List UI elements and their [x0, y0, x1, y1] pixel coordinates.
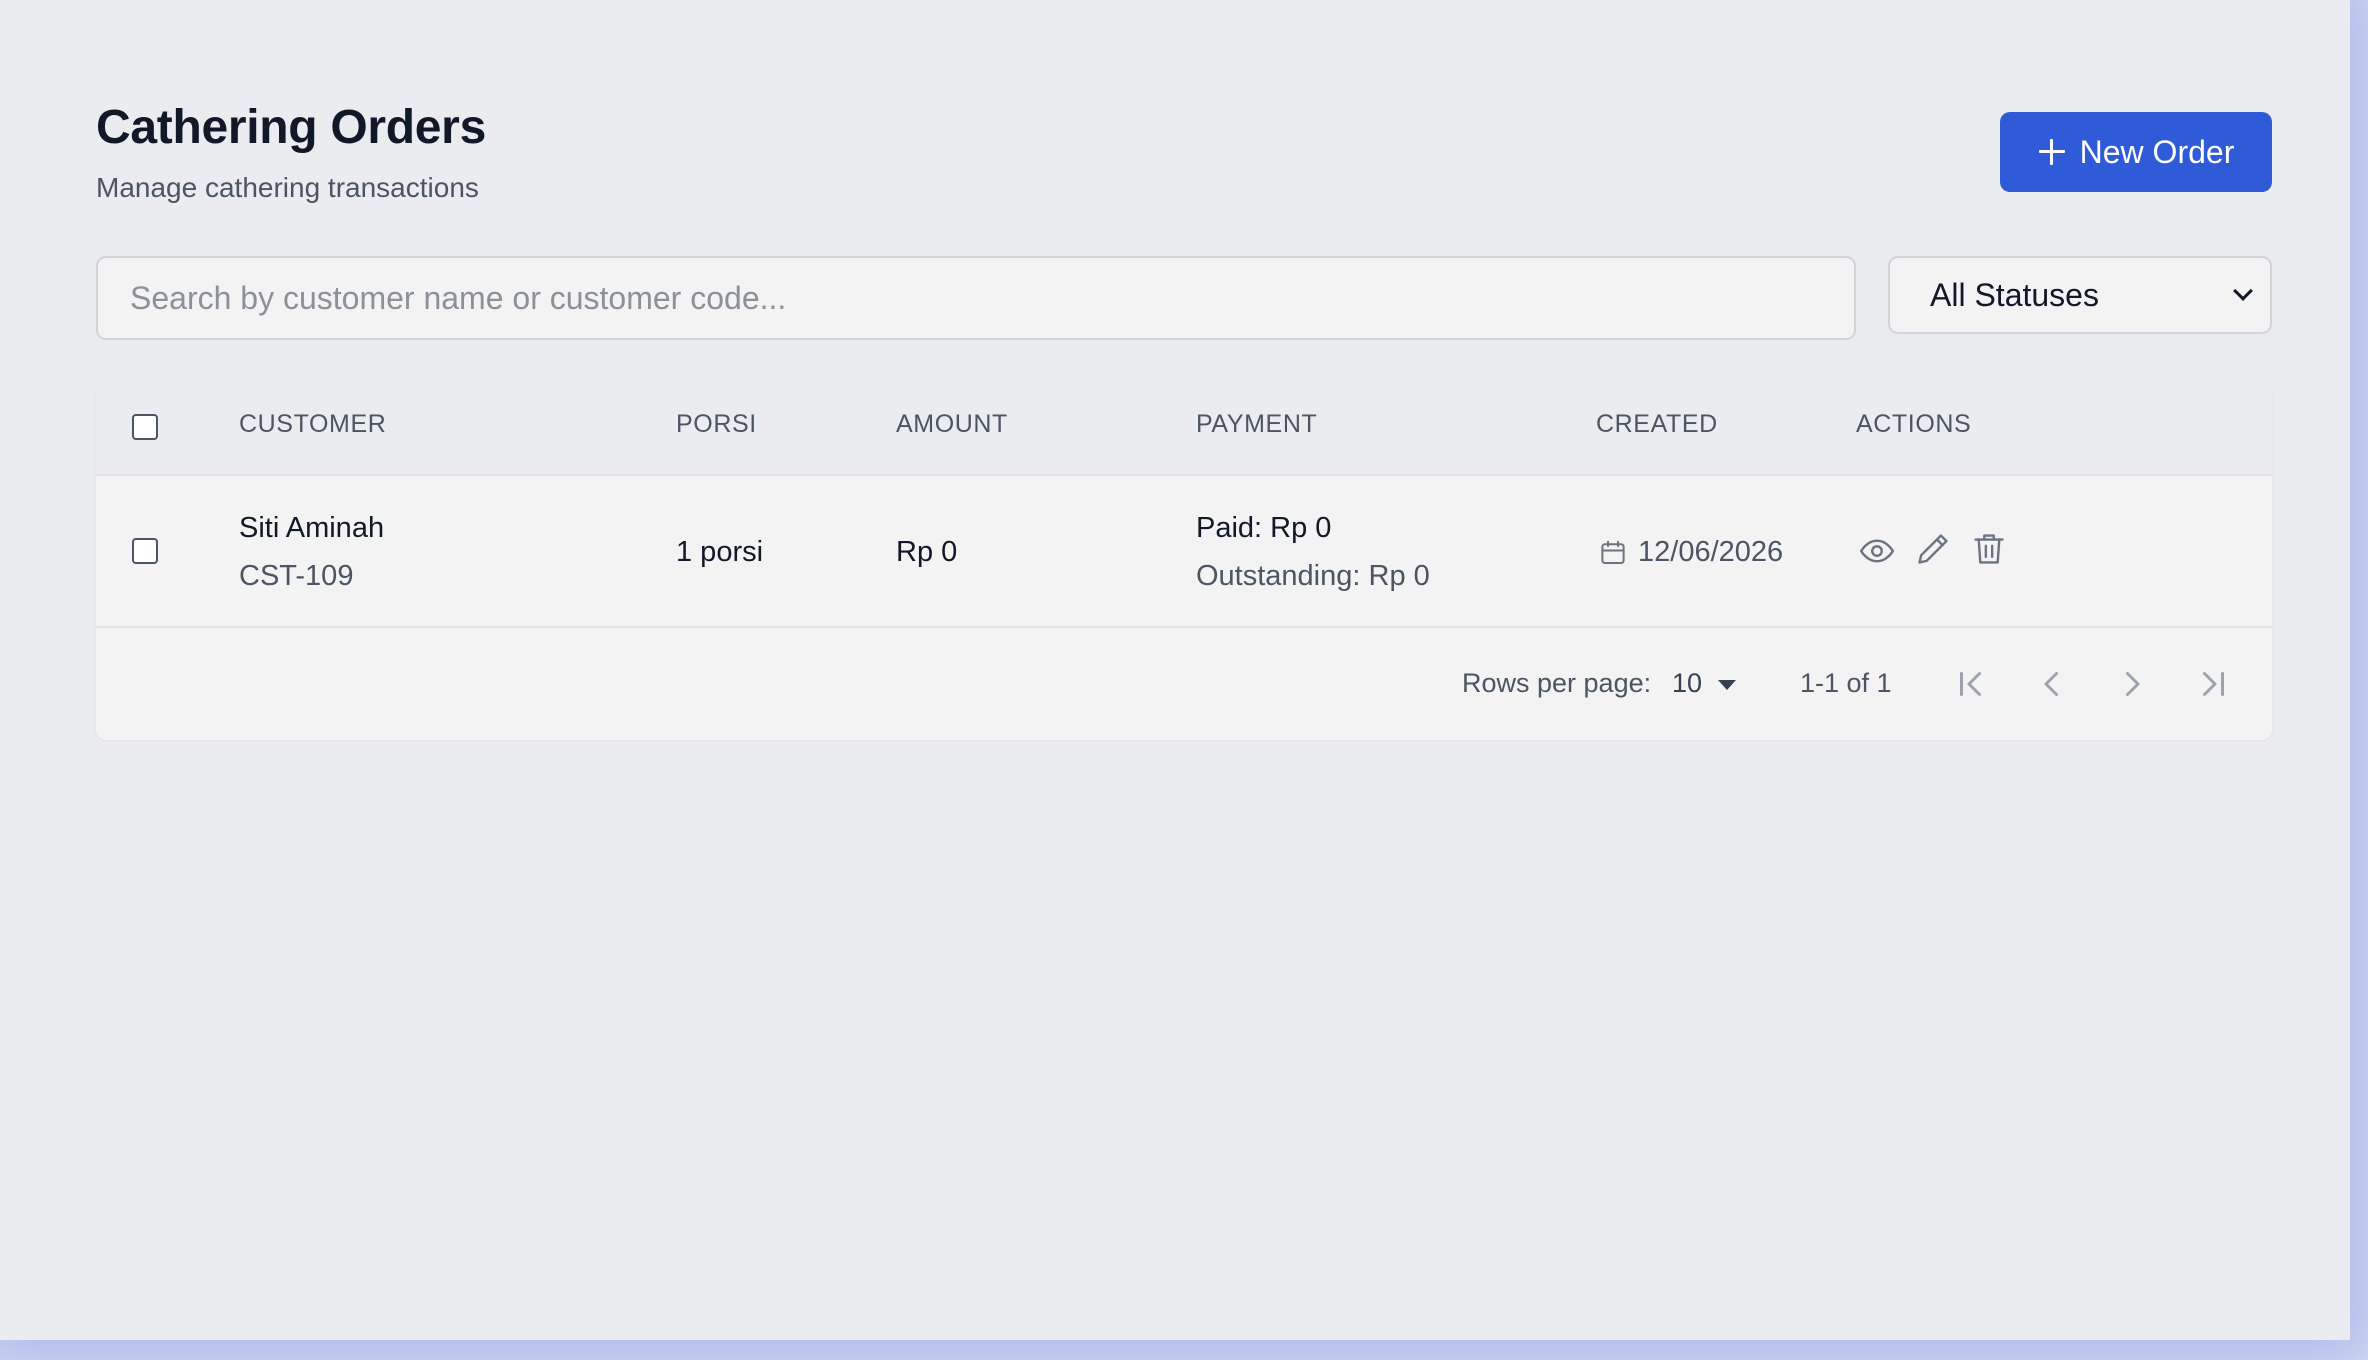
chevron-down-icon	[2233, 281, 2253, 301]
search-input[interactable]	[96, 256, 1856, 340]
column-header-porsi: PORSI	[676, 410, 757, 438]
rows-per-page-label: Rows per page:	[1462, 668, 1652, 698]
row-checkbox[interactable]	[132, 538, 158, 564]
new-order-button[interactable]: New Order	[2000, 112, 2272, 192]
column-header-amount: AMOUNT	[896, 410, 1008, 438]
trash-icon[interactable]	[1970, 530, 2008, 568]
rows-per-page-select[interactable]: 10	[1672, 668, 1702, 699]
column-header-created: CREATED	[1596, 410, 1718, 438]
table-pagination: Rows per page: 10 1-1 of 1	[96, 628, 2272, 740]
column-header-payment: PAYMENT	[1196, 410, 1318, 438]
new-order-label: New Order	[2079, 133, 2235, 170]
eye-icon[interactable]	[1858, 532, 1896, 570]
paid-value: Paid: Rp 0	[1196, 512, 1332, 544]
chevron-left-icon[interactable]	[2034, 666, 2070, 702]
caret-down-icon[interactable]	[1718, 680, 1736, 690]
first-page-icon[interactable]	[1954, 666, 1990, 702]
customer-name: Siti Aminah	[239, 512, 385, 544]
select-all-checkbox[interactable]	[132, 414, 158, 440]
status-filter-select[interactable]: All Statuses	[1888, 256, 2272, 334]
page-title: Cathering Orders	[96, 101, 486, 154]
chevron-right-icon[interactable]	[2114, 666, 2150, 702]
pencil-icon[interactable]	[1914, 530, 1952, 568]
porsi-value: 1 porsi	[676, 536, 764, 568]
last-page-icon[interactable]	[2194, 666, 2230, 702]
column-header-customer: CUSTOMER	[239, 410, 387, 438]
created-date: 12/06/2026	[1638, 536, 1784, 568]
plus-icon	[2038, 138, 2066, 166]
page-subtitle: Manage cathering transactions	[96, 172, 479, 203]
table-header: CUSTOMER PORSI AMOUNT PAYMENT CREATED AC…	[96, 380, 2272, 476]
orders-table: CUSTOMER PORSI AMOUNT PAYMENT CREATED AC…	[96, 380, 2272, 740]
pagination-range: 1-1 of 1	[1800, 668, 1892, 698]
calendar-icon	[1598, 538, 1628, 568]
table-row[interactable]: Siti Aminah CST-109 1 porsi Rp 0 Paid: R…	[96, 476, 2272, 628]
status-filter-value: All Statuses	[1930, 276, 2099, 313]
customer-code: CST-109	[239, 560, 354, 592]
app-viewport: Cathering Orders Manage cathering transa…	[0, 0, 2350, 1340]
amount-value: Rp 0	[896, 536, 958, 568]
outstanding-value: Outstanding: Rp 0	[1196, 560, 1430, 592]
column-header-actions: ACTIONS	[1856, 410, 1972, 438]
